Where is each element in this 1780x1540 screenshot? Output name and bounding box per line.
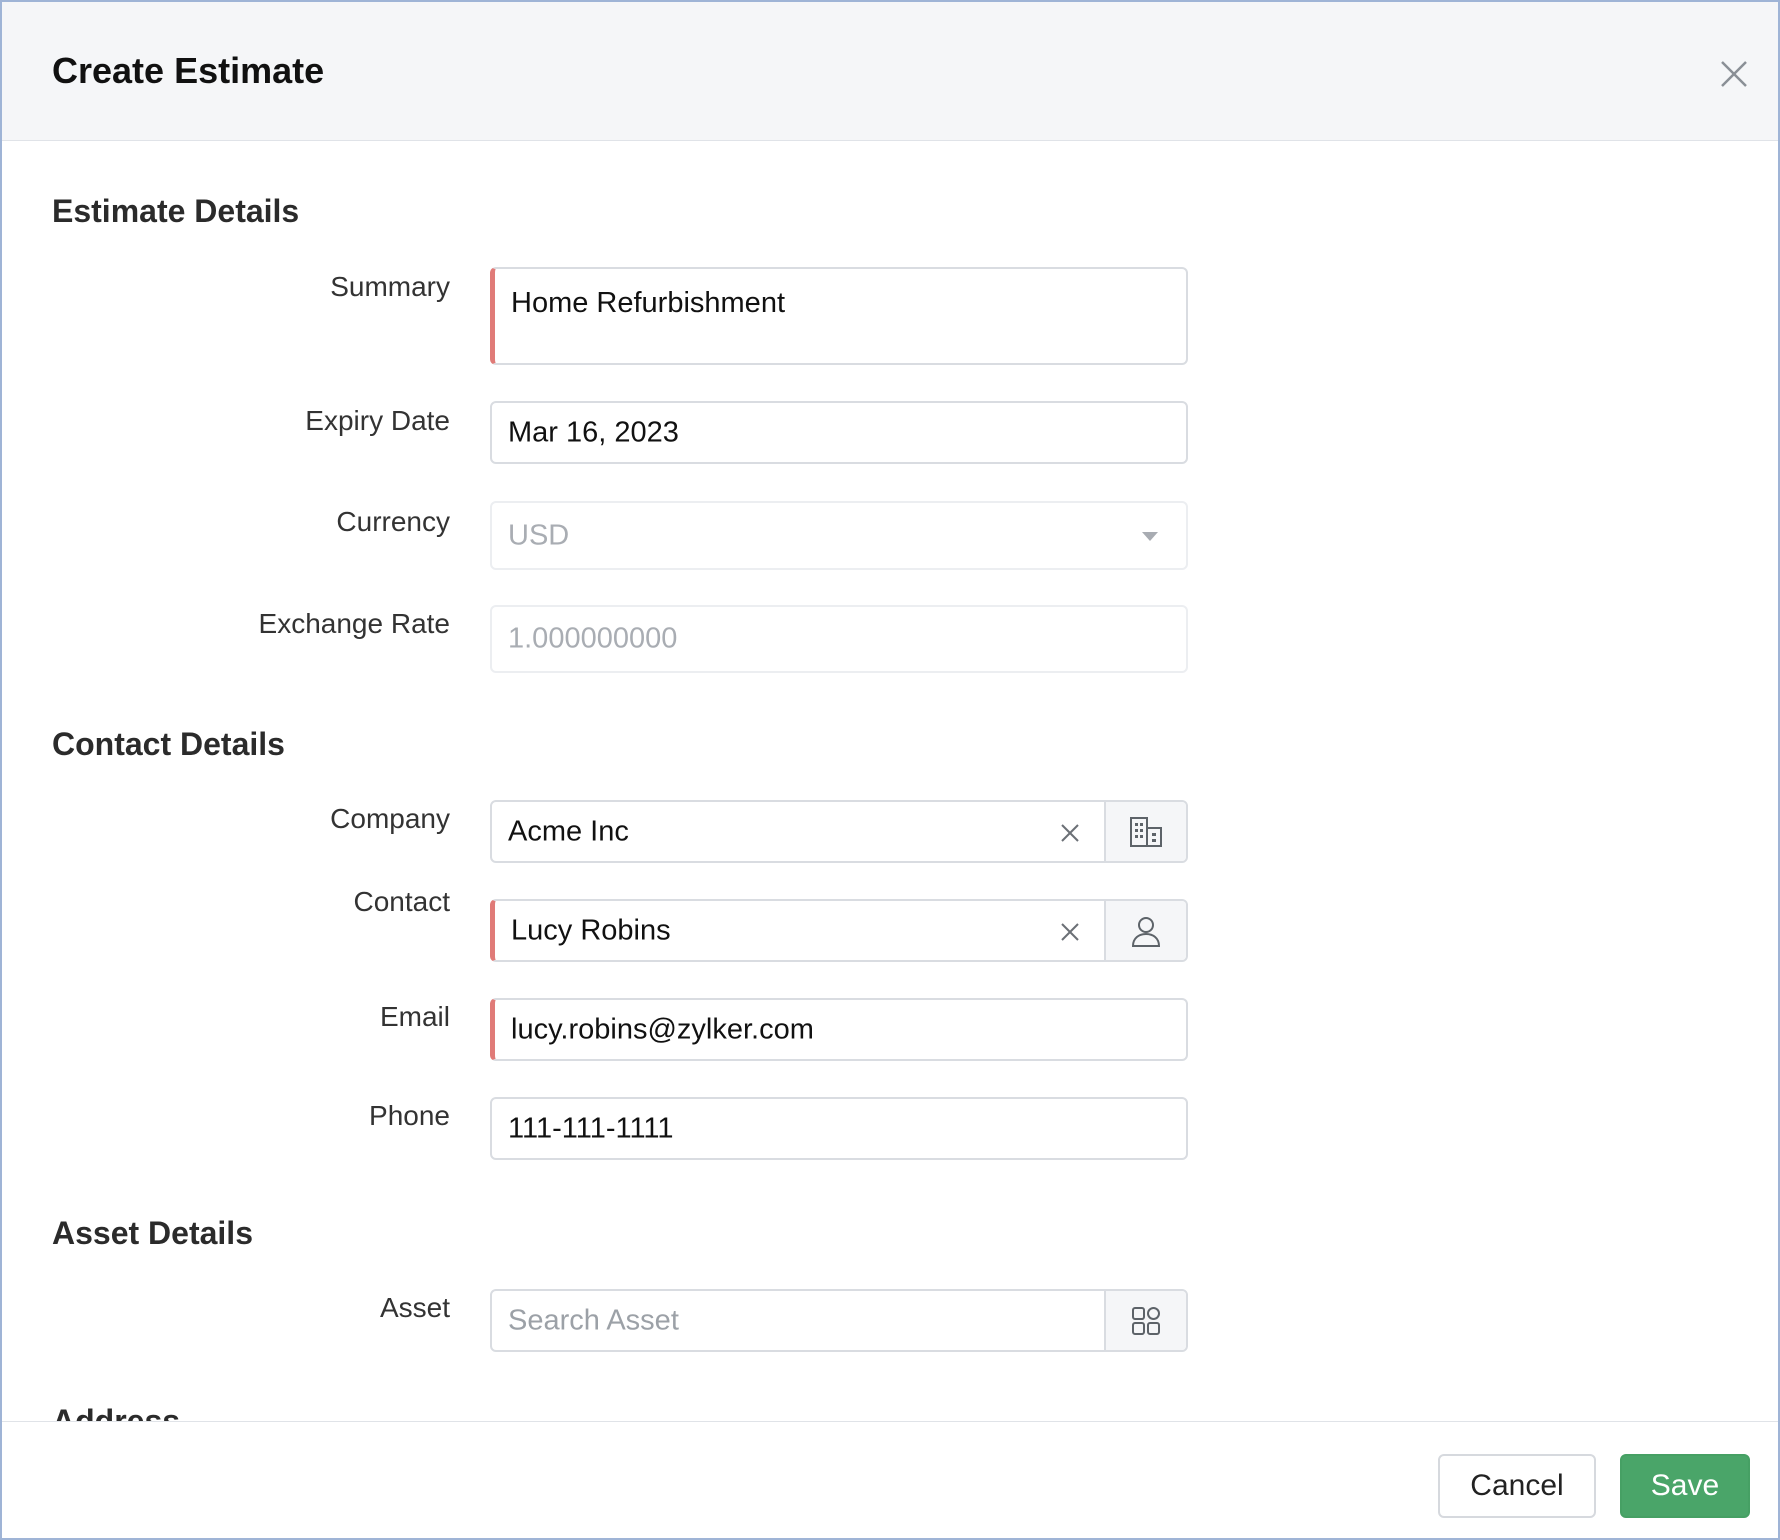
- dialog-footer: Cancel Save: [2, 1421, 1778, 1538]
- summary-label: Summary: [330, 271, 450, 302]
- save-button[interactable]: Save: [1620, 1454, 1750, 1518]
- section-title-estimate-details: Estimate Details: [52, 193, 300, 229]
- asset-label: Asset: [379, 1292, 450, 1323]
- contact-lookup-button[interactable]: [1104, 901, 1186, 960]
- close-button[interactable]: [1714, 54, 1754, 94]
- company-label: Company: [330, 803, 450, 834]
- currency-label: Currency: [336, 506, 450, 537]
- currency-select[interactable]: USD: [490, 501, 1188, 570]
- expiry-date-field[interactable]: Mar 16, 2023: [490, 401, 1188, 464]
- phone-label: Phone: [369, 1100, 450, 1131]
- contact-field[interactable]: Lucy Robins: [490, 899, 1188, 962]
- summary-field[interactable]: Home Refurbishment: [490, 267, 1188, 365]
- exchange-rate-field[interactable]: 1.000000000: [490, 605, 1188, 673]
- dialog-body[interactable]: Estimate Details Summary Home Refurbishm…: [2, 141, 1778, 1422]
- contact-clear-icon[interactable]: [1058, 919, 1082, 943]
- email-field[interactable]: lucy.robins@zylker.com: [490, 998, 1188, 1061]
- create-estimate-dialog: Create Estimate Estimate Details Summary…: [0, 0, 1780, 1540]
- email-value: lucy.robins@zylker.com: [511, 1013, 814, 1045]
- phone-field[interactable]: 111-111-1111: [490, 1097, 1188, 1160]
- company-field[interactable]: Acme Inc: [490, 800, 1188, 863]
- exchange-rate-label: Exchange Rate: [258, 608, 450, 639]
- contact-value: Lucy Robins: [511, 914, 671, 946]
- expiry-date-value: Mar 16, 2023: [508, 416, 679, 448]
- asset-search-placeholder: Search Asset: [508, 1304, 679, 1336]
- dialog-title: Create Estimate: [52, 50, 325, 91]
- section-title-contact-details: Contact Details: [52, 726, 285, 762]
- company-value: Acme Inc: [508, 815, 629, 847]
- dialog-header: Create Estimate: [2, 2, 1778, 141]
- building-icon: [1130, 816, 1162, 847]
- company-clear-icon[interactable]: [1058, 820, 1082, 844]
- contact-label: Contact: [353, 886, 451, 917]
- currency-value: USD: [508, 519, 570, 551]
- company-lookup-button[interactable]: [1104, 802, 1186, 861]
- phone-value: 111-111-1111: [508, 1112, 674, 1144]
- cancel-button[interactable]: Cancel: [1438, 1454, 1596, 1518]
- user-icon: [1131, 916, 1161, 947]
- chevron-down-icon: [1142, 531, 1158, 541]
- asset-grid-icon: [1132, 1306, 1160, 1335]
- asset-search-field[interactable]: Search Asset: [490, 1289, 1188, 1352]
- close-icon: [1721, 61, 1747, 87]
- summary-value: Home Refurbishment: [511, 287, 785, 319]
- exchange-rate-value: 1.000000000: [508, 622, 678, 655]
- section-title-asset-details: Asset Details: [52, 1215, 253, 1251]
- asset-lookup-button[interactable]: [1104, 1291, 1186, 1350]
- email-label: Email: [379, 1001, 450, 1032]
- section-title-address: Address: [52, 1403, 181, 1422]
- expiry-date-label: Expiry Date: [305, 405, 450, 436]
